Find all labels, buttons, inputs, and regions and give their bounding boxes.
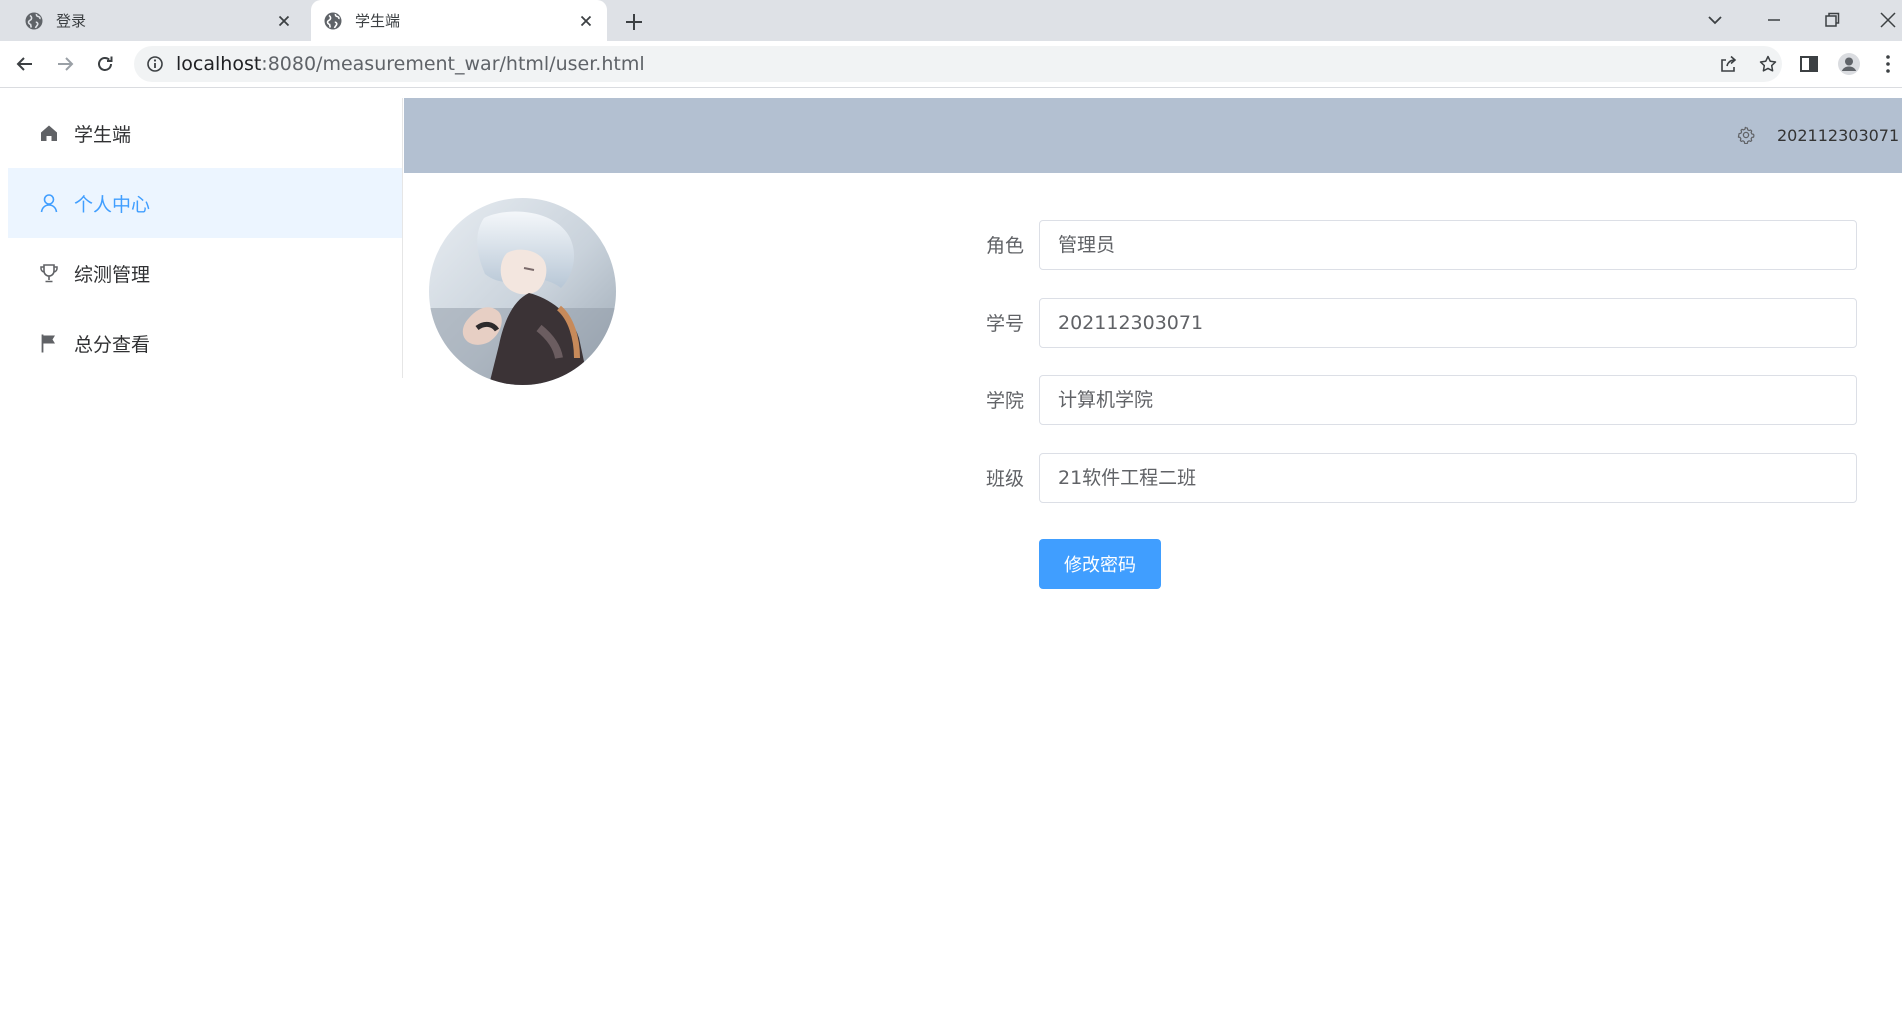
reload-icon[interactable] bbox=[93, 52, 117, 76]
forward-icon[interactable] bbox=[53, 52, 77, 76]
tab-title: 登录 bbox=[56, 12, 87, 30]
more-menu-icon[interactable] bbox=[1876, 52, 1900, 76]
sidebar-menu: 学生端 个人中心 综测管理 总分查看 bbox=[0, 98, 403, 378]
url-text[interactable]: localhost:8080/measurement_war/html/user… bbox=[176, 46, 645, 82]
tab-title: 学生端 bbox=[355, 12, 401, 30]
url-host: localhost bbox=[176, 53, 262, 75]
form-row-role: 角色 管理员 bbox=[960, 220, 1860, 272]
bookmark-star-icon[interactable] bbox=[1758, 54, 1778, 74]
close-icon[interactable] bbox=[577, 12, 595, 30]
page-header: 202112303071 bbox=[404, 98, 1902, 173]
sidebar-item-student-home[interactable]: 学生端 bbox=[8, 98, 402, 168]
change-password-button[interactable]: 修改密码 bbox=[1039, 539, 1161, 589]
profile-icon[interactable] bbox=[1837, 52, 1861, 76]
header-username[interactable]: 202112303071 bbox=[1777, 98, 1899, 173]
sidebar-item-label: 总分查看 bbox=[74, 333, 151, 356]
sidebar-item-label: 学生端 bbox=[74, 123, 132, 146]
sidebar-item-personal-center[interactable]: 个人中心 bbox=[8, 168, 402, 238]
avatar-image bbox=[429, 198, 616, 385]
minimize-icon[interactable] bbox=[1762, 8, 1786, 32]
window-close-icon[interactable] bbox=[1876, 8, 1900, 32]
info-icon[interactable] bbox=[146, 55, 164, 73]
trophy-icon bbox=[40, 264, 58, 283]
tab-search-icon[interactable] bbox=[1703, 8, 1727, 32]
browser-tab-login[interactable]: 登录 bbox=[0, 0, 305, 41]
user-icon bbox=[40, 194, 58, 213]
sidebar-item-total-score[interactable]: 总分查看 bbox=[8, 308, 402, 378]
sidebar-item-label: 个人中心 bbox=[74, 193, 151, 216]
form-row-college: 学院 计算机学院 bbox=[960, 375, 1860, 427]
url-path: :8080/measurement_war/html/user.html bbox=[261, 53, 645, 75]
side-panel-icon[interactable] bbox=[1797, 52, 1821, 76]
student-id-field[interactable]: 202112303071 bbox=[1039, 298, 1857, 348]
globe-icon bbox=[25, 12, 43, 29]
student-id-label: 学号 bbox=[985, 313, 1024, 335]
back-icon[interactable] bbox=[13, 52, 37, 76]
new-tab-icon[interactable] bbox=[622, 10, 646, 34]
form-row-student-id: 学号 202112303071 bbox=[960, 298, 1860, 350]
college-field[interactable]: 计算机学院 bbox=[1039, 375, 1857, 425]
role-label: 角色 bbox=[985, 235, 1024, 257]
share-icon[interactable] bbox=[1718, 54, 1738, 74]
browser-tab-strip: 登录 学生端 bbox=[0, 0, 1902, 41]
address-bar[interactable]: localhost:8080/measurement_war/html/user… bbox=[134, 46, 1782, 82]
close-icon[interactable] bbox=[275, 12, 293, 30]
flag-icon bbox=[41, 334, 55, 353]
class-label: 班级 bbox=[985, 468, 1024, 490]
form-row-class: 班级 21软件工程二班 bbox=[960, 453, 1860, 505]
class-field[interactable]: 21软件工程二班 bbox=[1039, 453, 1857, 503]
college-label: 学院 bbox=[985, 390, 1024, 412]
avatar bbox=[429, 198, 616, 385]
role-field[interactable]: 管理员 bbox=[1039, 220, 1857, 270]
globe-icon bbox=[324, 12, 342, 29]
sidebar-item-label: 综测管理 bbox=[74, 263, 151, 286]
browser-toolbar: localhost:8080/measurement_war/html/user… bbox=[0, 41, 1902, 88]
sidebar-item-evaluation-management[interactable]: 综测管理 bbox=[8, 238, 402, 308]
restore-icon[interactable] bbox=[1820, 8, 1844, 32]
home-icon bbox=[41, 125, 57, 141]
browser-tab-student[interactable]: 学生端 bbox=[311, 0, 607, 41]
gear-icon[interactable] bbox=[1737, 126, 1755, 144]
